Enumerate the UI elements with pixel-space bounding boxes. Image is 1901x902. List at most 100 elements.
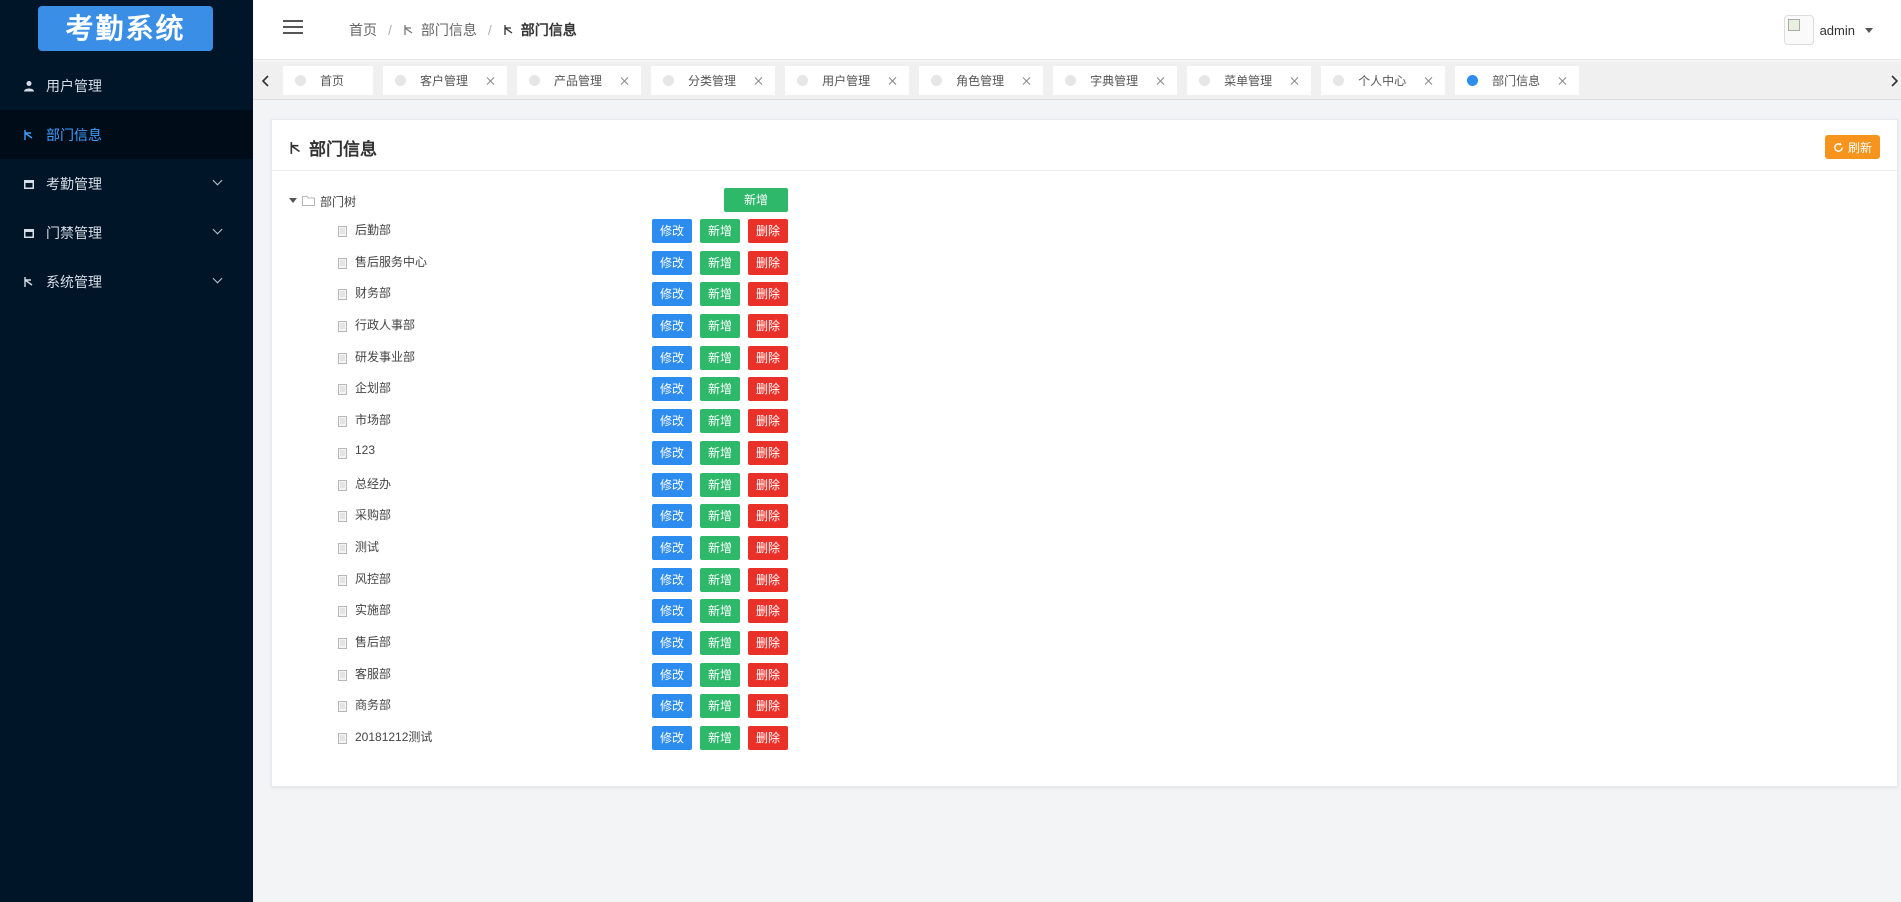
delete-button[interactable]: 删除 xyxy=(748,535,788,560)
username[interactable]: admin xyxy=(1820,23,1855,38)
tabs-scroll-right-icon[interactable] xyxy=(1887,62,1901,100)
tree-node-label[interactable]: 风控部 xyxy=(355,570,391,587)
sidebar-item-2[interactable]: 考勤管理 xyxy=(0,159,253,208)
tree-node-label[interactable]: 售后部 xyxy=(355,633,391,650)
close-icon[interactable] xyxy=(754,76,764,86)
add-button[interactable]: 新增 xyxy=(700,219,740,243)
tree-node-label[interactable]: 20181212测试 xyxy=(355,728,432,745)
add-button[interactable]: 新增 xyxy=(700,726,740,750)
edit-button[interactable]: 修改 xyxy=(652,409,692,434)
sidebar-item-0[interactable]: 用户管理 xyxy=(0,61,253,110)
add-button[interactable]: 新增 xyxy=(700,314,740,339)
close-icon[interactable] xyxy=(1290,76,1300,86)
add-button[interactable]: 新增 xyxy=(700,599,740,624)
edit-button[interactable]: 修改 xyxy=(652,377,692,402)
add-button[interactable]: 新增 xyxy=(700,345,740,370)
add-button[interactable]: 新增 xyxy=(700,630,740,655)
edit-button[interactable]: 修改 xyxy=(652,694,692,719)
tree-node-label[interactable]: 财务部 xyxy=(355,284,391,301)
edit-button[interactable]: 修改 xyxy=(652,250,692,275)
add-button[interactable]: 新增 xyxy=(700,662,740,687)
close-icon[interactable] xyxy=(1022,76,1032,86)
add-button[interactable]: 新增 xyxy=(700,472,740,497)
tree-node-label[interactable]: 后勤部 xyxy=(355,221,391,238)
avatar[interactable] xyxy=(1783,15,1814,45)
delete-button[interactable]: 删除 xyxy=(748,567,788,592)
delete-button[interactable]: 删除 xyxy=(748,250,788,275)
close-icon[interactable] xyxy=(1424,76,1434,86)
tree-node-label[interactable]: 123 xyxy=(355,443,375,457)
add-button[interactable]: 新增 xyxy=(700,567,740,592)
sidebar-item-1[interactable]: 部门信息 xyxy=(0,110,253,159)
tab-8[interactable]: 个人中心 xyxy=(1321,66,1446,95)
add-button[interactable]: 新增 xyxy=(700,504,740,529)
delete-button[interactable]: 删除 xyxy=(748,630,788,655)
add-button[interactable]: 新增 xyxy=(700,377,740,402)
tree-node-label[interactable]: 企划部 xyxy=(355,379,391,396)
close-icon[interactable] xyxy=(1156,76,1166,86)
tree-node-label[interactable]: 行政人事部 xyxy=(355,316,415,333)
tree-root-label[interactable]: 部门树 xyxy=(320,193,356,210)
edit-button[interactable]: 修改 xyxy=(652,567,692,592)
add-button[interactable]: 新增 xyxy=(700,250,740,275)
caret-down-icon[interactable] xyxy=(1865,27,1873,33)
delete-button[interactable]: 删除 xyxy=(748,662,788,687)
tabs-scroll-left-icon[interactable] xyxy=(253,62,279,100)
delete-button[interactable]: 删除 xyxy=(748,694,788,719)
tab-1[interactable]: 客户管理 xyxy=(383,66,508,95)
edit-button[interactable]: 修改 xyxy=(652,282,692,307)
delete-button[interactable]: 删除 xyxy=(748,219,788,243)
delete-button[interactable]: 删除 xyxy=(748,314,788,339)
tab-7[interactable]: 菜单管理 xyxy=(1187,66,1312,95)
close-icon[interactable] xyxy=(620,76,630,86)
close-icon[interactable] xyxy=(1558,76,1568,86)
user-dropdown[interactable]: admin xyxy=(1783,15,1873,45)
tree-node-label[interactable]: 研发事业部 xyxy=(355,348,415,365)
sidebar-item-4[interactable]: 系统管理 xyxy=(0,257,253,306)
caret-down-icon[interactable] xyxy=(289,198,297,203)
breadcrumb-parent[interactable]: 部门信息 xyxy=(421,20,477,40)
tab-9[interactable]: 部门信息 xyxy=(1455,66,1580,95)
edit-button[interactable]: 修改 xyxy=(652,440,692,465)
edit-button[interactable]: 修改 xyxy=(652,219,692,243)
tree-node-label[interactable]: 市场部 xyxy=(355,411,391,428)
edit-button[interactable]: 修改 xyxy=(652,472,692,497)
tab-3[interactable]: 分类管理 xyxy=(651,66,776,95)
edit-button[interactable]: 修改 xyxy=(652,314,692,339)
menu-toggle-icon[interactable] xyxy=(283,20,303,34)
close-icon[interactable] xyxy=(888,76,898,86)
refresh-button[interactable]: 刷新 xyxy=(1824,135,1880,159)
delete-button[interactable]: 删除 xyxy=(748,345,788,370)
delete-button[interactable]: 删除 xyxy=(748,440,788,465)
tree-node-label[interactable]: 采购部 xyxy=(355,506,391,523)
add-button[interactable]: 新增 xyxy=(700,409,740,434)
tab-0[interactable]: 首页 xyxy=(283,66,374,95)
close-icon[interactable] xyxy=(486,76,496,86)
edit-button[interactable]: 修改 xyxy=(652,599,692,624)
tab-5[interactable]: 角色管理 xyxy=(919,66,1044,95)
delete-button[interactable]: 删除 xyxy=(748,599,788,624)
tree-node-label[interactable]: 商务部 xyxy=(355,696,391,713)
tree-node-label[interactable]: 测试 xyxy=(355,538,379,555)
edit-button[interactable]: 修改 xyxy=(652,662,692,687)
delete-button[interactable]: 删除 xyxy=(748,409,788,434)
delete-button[interactable]: 删除 xyxy=(748,472,788,497)
add-button[interactable]: 新增 xyxy=(700,282,740,307)
edit-button[interactable]: 修改 xyxy=(652,535,692,560)
add-button[interactable]: 新增 xyxy=(700,694,740,719)
add-button[interactable]: 新增 xyxy=(700,535,740,560)
add-button[interactable]: 新增 xyxy=(700,440,740,465)
edit-button[interactable]: 修改 xyxy=(652,630,692,655)
delete-button[interactable]: 删除 xyxy=(748,504,788,529)
root-add-button[interactable]: 新增 xyxy=(724,188,788,212)
edit-button[interactable]: 修改 xyxy=(652,504,692,529)
sidebar-item-3[interactable]: 门禁管理 xyxy=(0,208,253,257)
edit-button[interactable]: 修改 xyxy=(652,345,692,370)
app-logo[interactable]: 考勤系统 xyxy=(38,6,213,51)
tree-node-label[interactable]: 实施部 xyxy=(355,601,391,618)
tree-node-label[interactable]: 售后服务中心 xyxy=(355,253,427,270)
tab-4[interactable]: 用户管理 xyxy=(785,66,910,95)
breadcrumb-home[interactable]: 首页 xyxy=(349,20,377,40)
delete-button[interactable]: 删除 xyxy=(748,726,788,750)
delete-button[interactable]: 删除 xyxy=(748,282,788,307)
